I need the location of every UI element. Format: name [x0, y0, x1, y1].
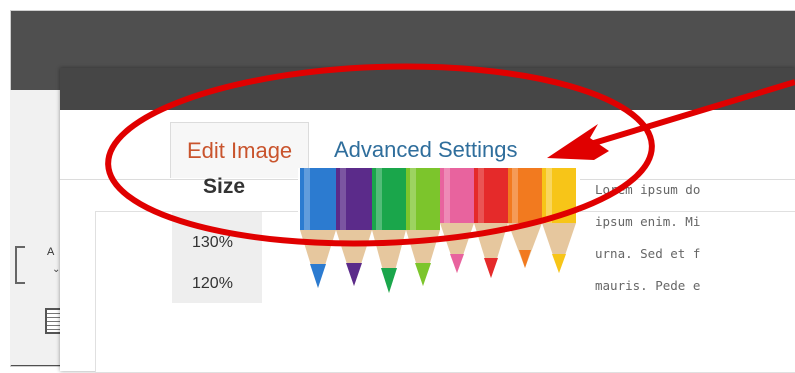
preview-text-line: mauris. Pede e: [595, 278, 701, 293]
size-option-130[interactable]: 130%: [192, 234, 262, 252]
size-heading: Size: [203, 175, 246, 198]
preview-text-line: ipsum enim. Mi: [595, 214, 701, 229]
preview-text-line: urna. Sed et f: [595, 246, 701, 261]
bracket-icon[interactable]: [15, 246, 25, 284]
image-preview[interactable]: [298, 168, 580, 303]
preview-text: Lorem ipsum do ipsum enim. Mi urna. Sed …: [595, 174, 735, 303]
tab-edit-image[interactable]: Edit Image: [170, 122, 310, 178]
size-option-120[interactable]: 120%: [192, 275, 262, 293]
preview-text-line: Lorem ipsum do: [595, 182, 701, 197]
colored-pencils-image: [298, 168, 580, 303]
dialog-header: [60, 68, 795, 110]
align-tool-label[interactable]: A: [47, 246, 54, 258]
